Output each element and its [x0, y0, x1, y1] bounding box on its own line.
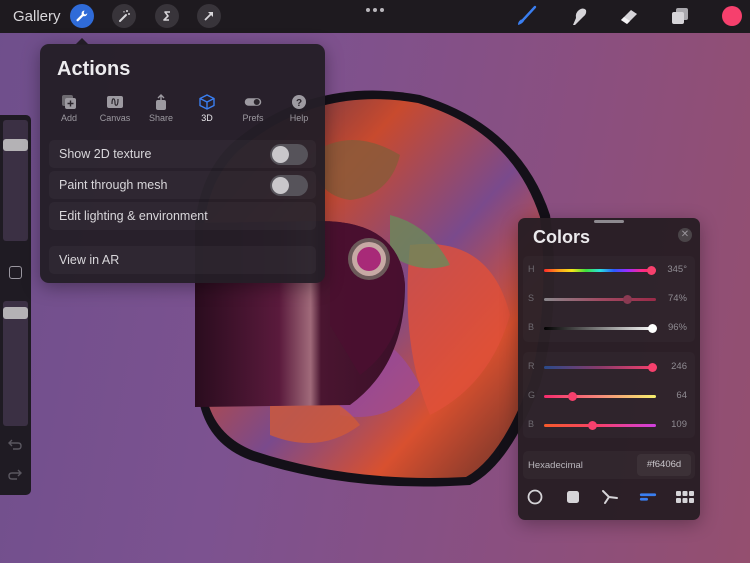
rgb-group: R 246 G 64 B 109 [523, 352, 695, 438]
mode-classic[interactable] [564, 488, 582, 506]
brush-icon[interactable] [515, 5, 537, 27]
hex-row: Hexadecimal #f6406d [523, 451, 695, 479]
panel-grabber[interactable] [594, 220, 624, 223]
mode-palettes[interactable] [676, 488, 694, 506]
magic-wand-icon [119, 10, 130, 22]
blue-handle[interactable] [587, 421, 597, 430]
svg-text:?: ? [296, 98, 302, 109]
blue-slider[interactable]: B 109 [523, 417, 695, 433]
color-mode-tabs [526, 488, 694, 506]
show-2d-texture-label: Show 2D texture [59, 147, 152, 161]
mode-value[interactable] [639, 488, 657, 506]
actions-panel: Actions Add Canvas Share 3D Prefs ? Help… [40, 44, 325, 283]
tab-share-label: Share [148, 113, 174, 123]
hex-input[interactable]: #f6406d [637, 454, 691, 476]
tab-prefs[interactable]: Prefs [232, 94, 274, 123]
tab-add[interactable]: Add [48, 94, 90, 123]
saturation-slider[interactable]: S 74% [523, 291, 695, 307]
help-icon: ? [292, 95, 306, 109]
canvas-icon [107, 96, 123, 108]
more-dots-icon[interactable] [366, 8, 384, 12]
undo-icon[interactable] [8, 437, 22, 451]
hue-handle[interactable] [647, 266, 657, 275]
red-slider[interactable]: R 246 [523, 359, 695, 375]
square-icon [566, 491, 579, 503]
opacity-handle[interactable] [3, 306, 28, 319]
view-in-ar-label: View in AR [59, 253, 120, 267]
grid-icon [676, 491, 694, 503]
green-slider[interactable]: G 64 [523, 388, 695, 404]
tab-help[interactable]: ? Help [278, 94, 320, 123]
smudge-finger-icon[interactable] [567, 5, 589, 27]
show-2d-texture-toggle[interactable] [270, 144, 308, 165]
tab-share[interactable]: Share [140, 94, 182, 123]
sliders-icon [639, 493, 656, 501]
tab-3d[interactable]: 3D [186, 94, 228, 123]
paint-through-mesh-toggle[interactable] [270, 175, 308, 196]
tab-canvas-label: Canvas [99, 113, 131, 123]
arrow-cursor-icon [204, 12, 213, 21]
modify-button[interactable] [9, 266, 22, 279]
mode-harmony[interactable] [601, 488, 619, 506]
mode-disc[interactable] [526, 488, 544, 506]
hsb-group: H 345° S 74% B 96% [523, 256, 695, 342]
harmony-icon [602, 490, 618, 504]
brightness-handle[interactable] [647, 324, 657, 333]
selection-button[interactable] [155, 4, 179, 28]
eraser-icon[interactable] [618, 5, 640, 27]
hex-label: Hexadecimal [528, 460, 583, 471]
close-icon[interactable]: ✕ [678, 228, 692, 242]
left-sidebar [0, 115, 31, 495]
colors-panel: Colors ✕ H 345° S 74% B 96% R 246 G 64 B… [518, 218, 700, 520]
tab-prefs-label: Prefs [242, 113, 264, 123]
brightness-slider[interactable]: B 96% [523, 320, 695, 336]
redo-icon[interactable] [8, 467, 22, 481]
hue-slider[interactable]: H 345° [523, 262, 695, 278]
gallery-button[interactable]: Gallery [13, 8, 61, 25]
tab-help-label: Help [289, 113, 309, 123]
green-handle[interactable] [568, 392, 578, 401]
add-icon [62, 95, 76, 109]
layers-icon[interactable] [669, 5, 691, 27]
tab-canvas[interactable]: Canvas [94, 94, 136, 123]
current-color-swatch[interactable] [722, 6, 742, 26]
circle-icon [527, 489, 543, 505]
colors-title: Colors [533, 227, 591, 247]
cube-icon [199, 94, 215, 110]
toggle-icon [244, 98, 262, 106]
top-toolbar: Gallery [0, 0, 750, 33]
tab-3d-label: 3D [201, 113, 213, 123]
share-icon [156, 94, 166, 110]
actions-tabs: Add Canvas Share 3D Prefs ? Help [48, 94, 320, 123]
selection-s-icon [163, 11, 170, 21]
saturation-handle[interactable] [622, 295, 632, 304]
edit-lighting-row[interactable]: Edit lighting & environment [49, 202, 316, 230]
actions-button[interactable] [70, 4, 94, 28]
paint-through-mesh-label: Paint through mesh [59, 178, 168, 192]
paint-through-mesh-row[interactable]: Paint through mesh [49, 171, 316, 199]
view-in-ar-row[interactable]: View in AR [49, 246, 316, 274]
actions-title: Actions [57, 58, 131, 80]
edit-lighting-label: Edit lighting & environment [59, 209, 208, 223]
adjustments-button[interactable] [112, 4, 136, 28]
brush-size-handle[interactable] [3, 138, 28, 151]
red-handle[interactable] [648, 363, 658, 372]
transform-button[interactable] [197, 4, 221, 28]
tab-add-label: Add [60, 113, 77, 123]
opacity-slider[interactable] [3, 301, 28, 426]
wrench-icon [76, 10, 88, 22]
show-2d-texture-row[interactable]: Show 2D texture [49, 140, 316, 168]
